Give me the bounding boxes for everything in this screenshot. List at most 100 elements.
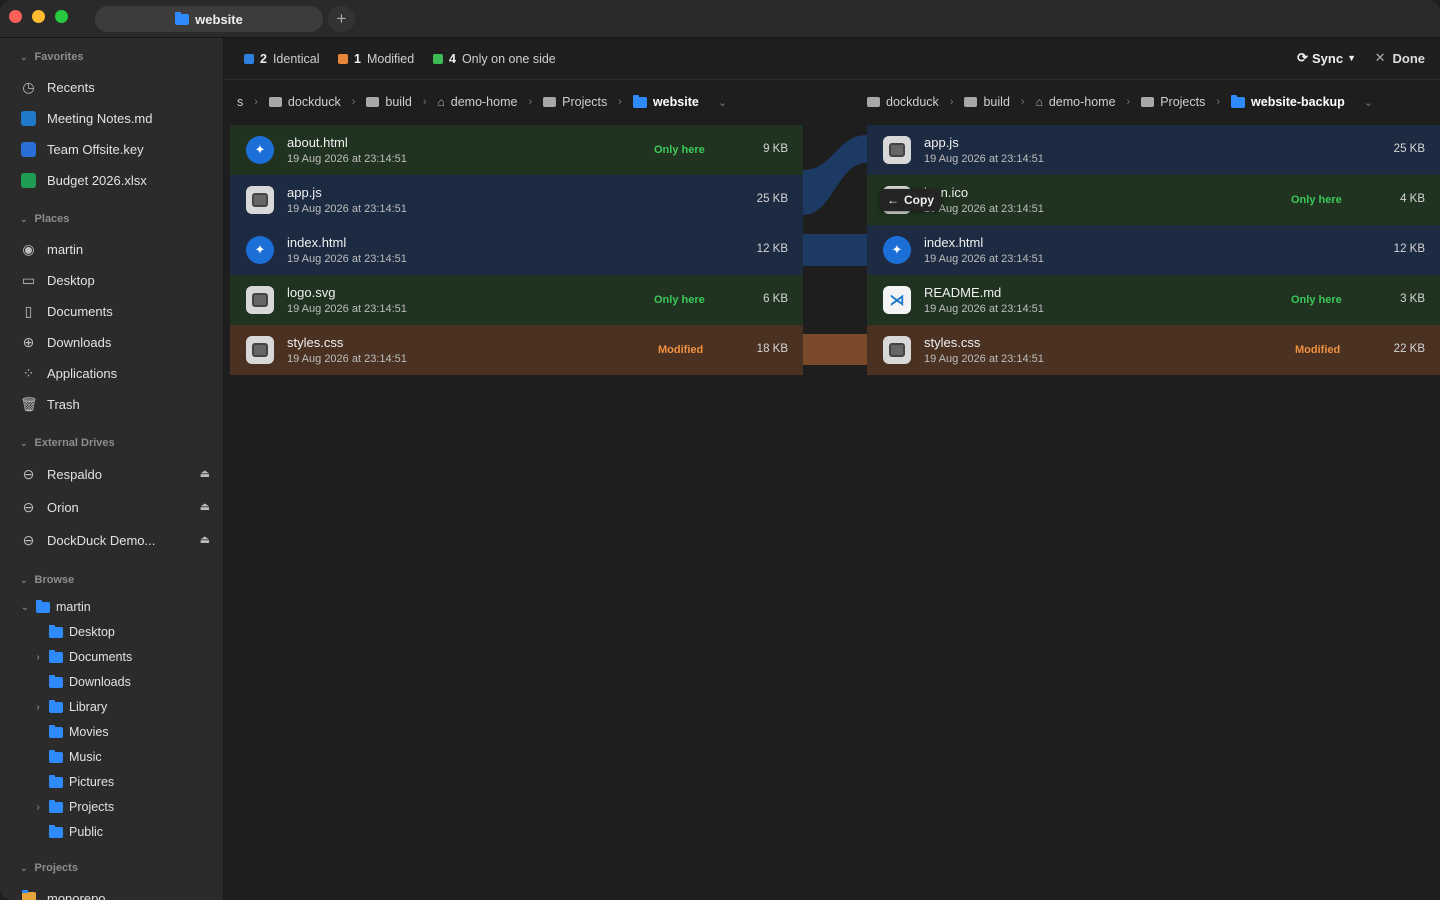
copy-tooltip-button[interactable]: ← Copy xyxy=(880,189,941,211)
tree-item-downloads[interactable]: Downloads xyxy=(33,671,131,693)
file-row-app-js[interactable]: app.js 19 Aug 2026 at 23:14:51 25 KB xyxy=(230,175,803,225)
breadcrumb-label: website xyxy=(652,95,699,109)
section-title: Favorites xyxy=(34,51,84,63)
document-icon: ▯ xyxy=(24,302,33,319)
breadcrumb-0[interactable]: dockduck xyxy=(862,95,944,109)
breadcrumb-0[interactable]: ​s xyxy=(232,95,248,109)
tree-item-desktop[interactable]: Desktop xyxy=(33,621,115,643)
sidebar-section-header[interactable]: ⌄ External Drives xyxy=(20,437,115,449)
file-row-index-html[interactable]: ✦ index.html 19 Aug 2026 at 23:14:51 12 KB xyxy=(230,225,803,275)
legend-modified[interactable]: 1 Modified xyxy=(338,52,414,66)
breadcrumb-4[interactable]: Projects xyxy=(538,95,612,109)
chevron-right-icon: › xyxy=(949,96,954,108)
section-title: Browse xyxy=(34,574,75,586)
tree-item-label: Projects xyxy=(69,800,115,814)
chevron-down-icon[interactable]: ⌄ xyxy=(712,96,733,109)
sidebar-item-martin[interactable]: ◉ martin xyxy=(20,236,210,262)
eject-icon[interactable]: ⏏ xyxy=(200,500,210,513)
chevron-right-icon[interactable]: › xyxy=(33,652,43,663)
file-row-about-html[interactable]: ✦ about.html 19 Aug 2026 at 23:14:51 Only h… xyxy=(230,125,803,175)
sidebar-item-downloads[interactable]: ⊕ Downloads xyxy=(20,329,210,355)
file-name: logo.svg xyxy=(287,285,336,300)
new-tab-button[interactable]: + xyxy=(328,6,355,32)
sidebar-item-project[interactable]: monorepo xyxy=(20,885,210,900)
breadcrumb-2[interactable]: ⌂ demo-home xyxy=(1031,95,1121,109)
chevron-down-icon[interactable]: ⌄ xyxy=(1358,96,1379,109)
tree-item-music[interactable]: Music xyxy=(33,746,102,768)
file-date: 19 Aug 2026 at 23:14:51 xyxy=(924,153,1044,165)
done-button[interactable]: ✕ Done xyxy=(1375,50,1425,66)
file-date: 19 Aug 2026 at 23:14:51 xyxy=(287,153,407,165)
folder-icon xyxy=(49,799,63,813)
breadcrumb-5[interactable]: website xyxy=(628,94,704,109)
breadcrumb-4[interactable]: website-backup xyxy=(1226,94,1350,109)
tree-item-documents[interactable]: › Documents xyxy=(33,646,132,668)
breadcrumb-1[interactable]: dockduck xyxy=(264,95,346,109)
eject-icon[interactable]: ⏏ xyxy=(200,467,210,480)
connector-styles-css xyxy=(803,334,867,365)
identical-color-swatch xyxy=(244,54,254,64)
legend-identical[interactable]: 2 Identical xyxy=(244,52,320,66)
sidebar-item-label: Meeting Notes.md xyxy=(47,110,153,126)
close-window-button[interactable] xyxy=(9,10,22,23)
breadcrumb-label: website-backup xyxy=(1251,95,1345,109)
file-row-styles-css[interactable]: styles.css 19 Aug 2026 at 23:14:51 Modifie… xyxy=(867,325,1440,375)
sidebar-item-trash[interactable]: 🗑 Trash xyxy=(20,391,210,417)
title-bar: website + xyxy=(0,0,1440,38)
sidebar-section-header[interactable]: ⌄ Favorites xyxy=(20,51,83,63)
legend-onlyside[interactable]: 4 Only on one side xyxy=(433,52,556,66)
folder-icon xyxy=(268,97,282,107)
chevron-down-icon[interactable]: ⌄ xyxy=(20,602,30,613)
file-date: 19 Aug 2026 at 23:14:51 xyxy=(287,303,407,315)
sidebar-item-budget-2026-xlsx[interactable]: Budget 2026.xlsx xyxy=(20,167,210,193)
chevron-down-icon: ⌄ xyxy=(20,437,28,448)
tree-item-pictures[interactable]: Pictures xyxy=(33,771,114,793)
excel-icon xyxy=(21,172,36,188)
tab-title: website xyxy=(195,11,243,27)
sidebar-item-documents[interactable]: ▯ Documents xyxy=(20,298,210,324)
sidebar-item-drive[interactable]: ⊖ Orion ⏏ xyxy=(20,494,210,520)
zoom-window-button[interactable] xyxy=(55,10,68,23)
sidebar-item-drive[interactable]: ⊖ DockDuck Demo... ⏏ xyxy=(20,527,210,553)
tab-website[interactable]: website xyxy=(95,6,323,32)
breadcrumb-1[interactable]: build xyxy=(959,95,1014,109)
tree-item-martin[interactable]: ⌄ martin xyxy=(20,596,91,618)
breadcrumb-2[interactable]: build xyxy=(361,95,416,109)
sidebar-section-header[interactable]: ⌄ Projects xyxy=(20,862,78,874)
breadcrumb-3[interactable]: ⌂ demo-home xyxy=(433,95,523,109)
minimize-window-button[interactable] xyxy=(32,10,45,23)
chevron-right-icon: › xyxy=(1216,96,1221,108)
file-row-logo-svg[interactable]: logo.svg 19 Aug 2026 at 23:14:51 Only here… xyxy=(230,275,803,325)
sidebar-item-recents[interactable]: ◷ Recents xyxy=(20,74,210,100)
tree-item-projects[interactable]: › Projects xyxy=(33,796,114,818)
file-date: 19 Aug 2026 at 23:14:51 xyxy=(924,203,1044,215)
sidebar-item-applications[interactable]: ⁘ Applications xyxy=(20,360,210,386)
copy-label: Copy xyxy=(904,193,934,207)
file-row-icon-ico[interactable]: icon.ico 19 Aug 2026 at 23:14:51 Only here… xyxy=(867,175,1440,225)
chevron-right-icon[interactable]: › xyxy=(33,702,43,713)
file-row-index-html[interactable]: ✦ index.html 19 Aug 2026 at 23:14:51 12 KB xyxy=(867,225,1440,275)
sidebar-section-header[interactable]: ⌄ Places xyxy=(20,213,69,225)
sidebar-item-team-offsite-key[interactable]: Team Offsite.key xyxy=(20,136,210,162)
file-row-styles-css[interactable]: styles.css 19 Aug 2026 at 23:14:51 Modifie… xyxy=(230,325,803,375)
chevron-right-icon: › xyxy=(1020,96,1025,108)
sidebar-item-label: Recents xyxy=(47,79,95,95)
sidebar-item-desktop[interactable]: ▭ Desktop xyxy=(20,267,210,293)
file-row-app-js[interactable]: app.js 19 Aug 2026 at 23:14:51 25 KB xyxy=(867,125,1440,175)
sync-button[interactable]: ⟳ Sync ▼ xyxy=(1297,50,1356,66)
tree-item-public[interactable]: Public xyxy=(33,821,103,843)
tree-item-movies[interactable]: Movies xyxy=(33,721,109,743)
modified-label: Modified xyxy=(366,52,415,66)
breadcrumb-3[interactable]: Projects xyxy=(1136,95,1210,109)
trash-icon: 🗑 xyxy=(20,395,38,412)
sidebar-section-header[interactable]: ⌄ Browse xyxy=(20,574,74,586)
sidebar-item-meeting-notes-md[interactable]: Meeting Notes.md xyxy=(20,105,210,131)
file-row-readme-md[interactable]: ⋊ README.md 19 Aug 2026 at 23:14:51 Only he… xyxy=(867,275,1440,325)
eject-icon[interactable]: ⏏ xyxy=(200,533,210,546)
sidebar-item-drive[interactable]: ⊖ Respaldo ⏏ xyxy=(20,461,210,487)
tree-item-library[interactable]: › Library xyxy=(33,696,107,718)
chevron-right-icon: › xyxy=(422,96,427,108)
arrow-left-icon: ← xyxy=(887,193,899,207)
breadcrumb-label: demo-home xyxy=(1048,95,1116,109)
chevron-right-icon[interactable]: › xyxy=(33,802,43,813)
